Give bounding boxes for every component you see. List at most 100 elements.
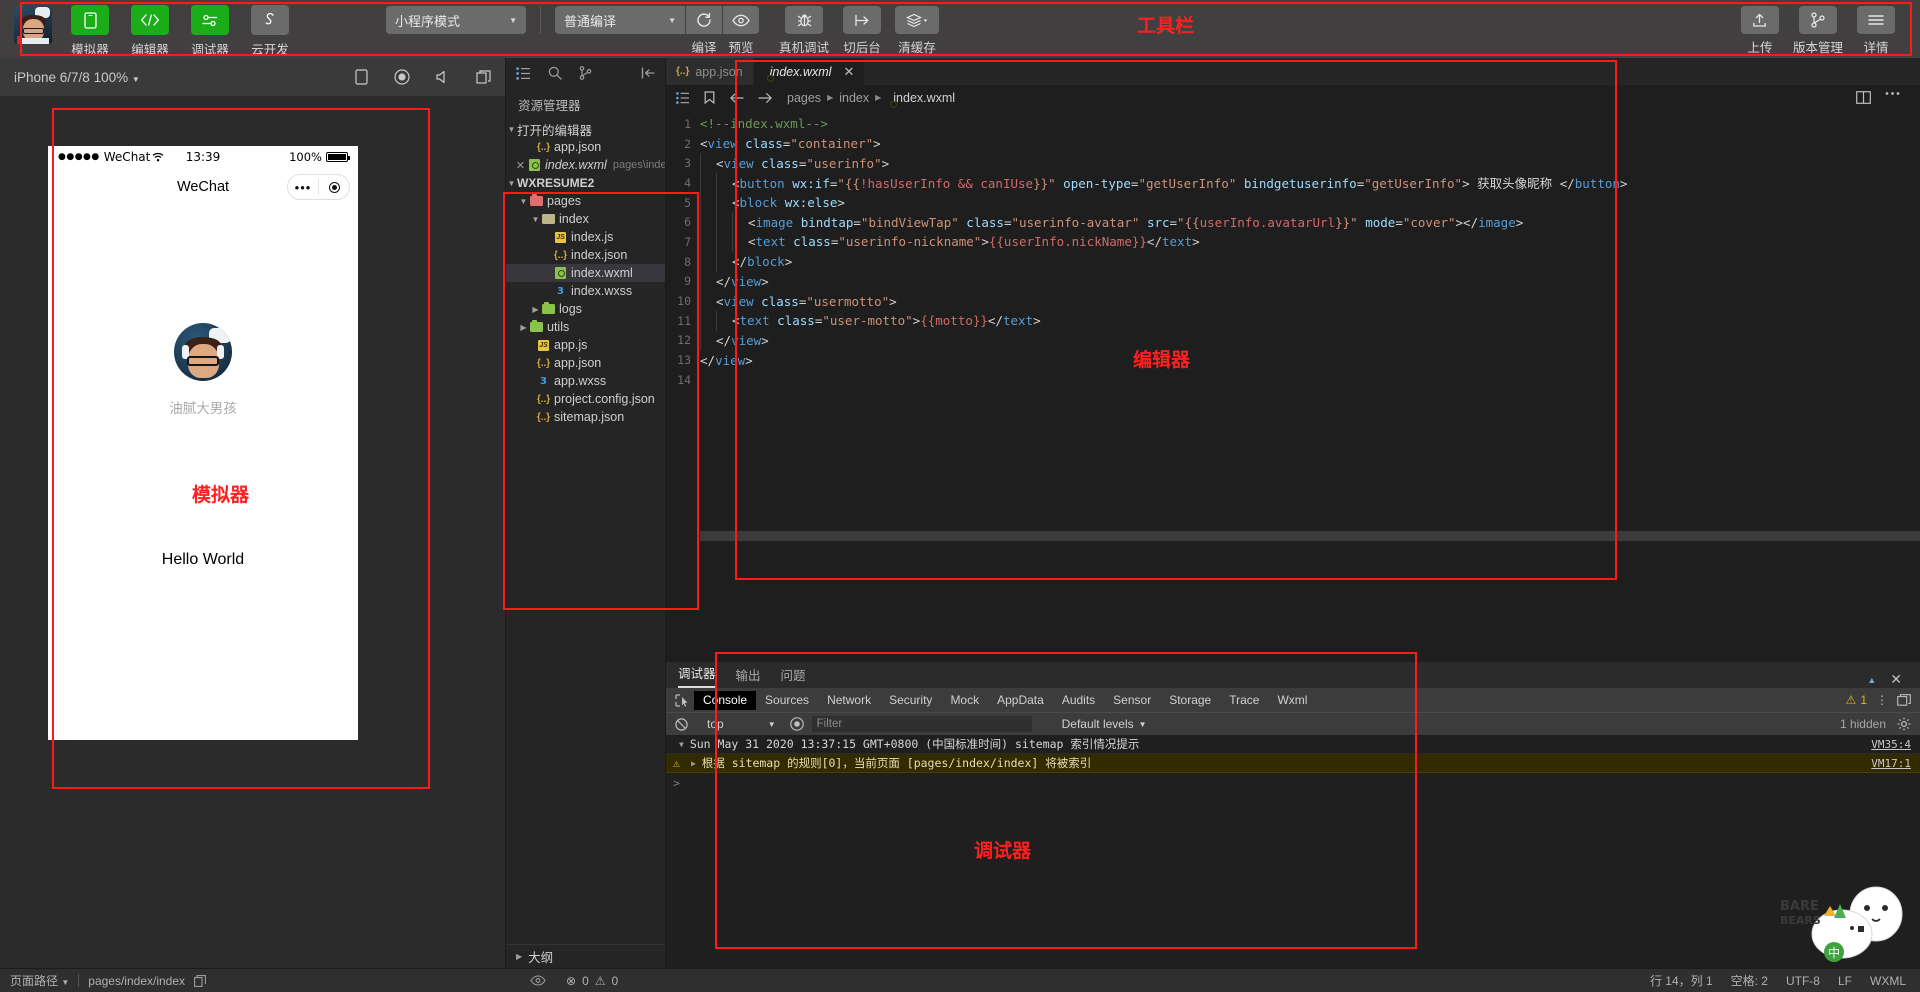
capsule-close-icon[interactable]: [319, 181, 349, 193]
tree-item-app-json[interactable]: {..} app.json: [506, 354, 665, 372]
project-root[interactable]: ▼ WXRESUME2: [506, 174, 665, 192]
devtools-more-icon[interactable]: ⋮: [1876, 693, 1888, 707]
console-source-link[interactable]: VM35:4: [1871, 738, 1920, 751]
eol-setting[interactable]: LF: [1838, 974, 1852, 988]
tree-item-project-config[interactable]: {..} project.config.json: [506, 390, 665, 408]
code-editor[interactable]: 1 <!--index.wxml--> 2 <view class="containe…: [666, 110, 1920, 661]
devtools-tab-storage[interactable]: Storage: [1160, 691, 1220, 710]
compile-button[interactable]: 编译: [686, 0, 722, 56]
volume-icon[interactable]: [436, 70, 450, 84]
git-branch-icon[interactable]: [579, 66, 592, 80]
tab-app-json[interactable]: {..} app.json: [666, 58, 754, 85]
breadcrumb-item[interactable]: index: [839, 91, 869, 105]
tab-problems[interactable]: 问题: [781, 665, 806, 688]
toolbar-cloud-toggle[interactable]: 云开发: [244, 5, 296, 58]
mode-select[interactable]: 小程序模式 ▼: [386, 6, 526, 34]
tree-item-sitemap-json[interactable]: {..} sitemap.json: [506, 408, 665, 426]
inspect-element-icon[interactable]: [670, 693, 694, 707]
tree-item-app-wxss[interactable]: 3 app.wxss: [506, 372, 665, 390]
devtools-dock-icon[interactable]: [1897, 694, 1911, 706]
tree-item-pages[interactable]: ▼ pages: [506, 192, 665, 210]
collapse-sidebar-icon[interactable]: [641, 67, 655, 79]
tree-item-index-wxss[interactable]: 3 index.wxss: [506, 282, 665, 300]
capsule-button[interactable]: •••: [287, 174, 350, 200]
devtools-tab-sources[interactable]: Sources: [756, 691, 818, 710]
expand-arrow-icon[interactable]: ▼: [679, 740, 684, 749]
console-message[interactable]: ⚠ ▶ 根据 sitemap 的规则[0]，当前页面 [pages/index/…: [666, 754, 1920, 773]
maximize-panel-icon[interactable]: ▲: [1867, 675, 1876, 685]
copy-icon[interactable]: [194, 974, 206, 987]
console-prompt[interactable]: >: [666, 773, 1920, 790]
devtools-tab-sensor[interactable]: Sensor: [1104, 691, 1160, 710]
gear-icon[interactable]: [1897, 717, 1911, 731]
devtools-tab-console[interactable]: Console: [694, 690, 757, 710]
tree-item-index-wxml[interactable]: index.wxml: [506, 264, 665, 282]
split-editor-icon[interactable]: [1856, 91, 1871, 104]
devtools-tab-security[interactable]: Security: [880, 691, 941, 710]
warning-count-badge[interactable]: ⚠ 1: [1846, 693, 1867, 707]
tree-item-index-json[interactable]: {..} index.json: [506, 246, 665, 264]
cursor-position[interactable]: 行 14，列 1: [1650, 972, 1713, 989]
live-expression-icon[interactable]: [789, 717, 804, 731]
more-actions-icon[interactable]: [1885, 91, 1900, 104]
console-context-select[interactable]: top ▼: [701, 717, 782, 731]
console-filter-input[interactable]: Filter: [811, 716, 1032, 732]
console-message[interactable]: ▼ Sun May 31 2020 13:37:15 GMT+0800 (中国标…: [666, 735, 1920, 754]
language-mode[interactable]: WXML: [1870, 974, 1906, 988]
horizontal-scrollbar[interactable]: [700, 531, 1920, 541]
problems-summary[interactable]: ⊗ 0 ⚠ 0: [566, 974, 618, 988]
close-icon[interactable]: ✕: [843, 64, 854, 80]
version-control-button[interactable]: 版本管理: [1793, 0, 1843, 56]
editor-list-icon[interactable]: [676, 91, 690, 104]
breadcrumb-item[interactable]: index.wxml: [893, 91, 955, 105]
console-log-list[interactable]: ▼ Sun May 31 2020 13:37:15 GMT+0800 (中国标…: [666, 735, 1920, 968]
toolbar-debugger-toggle[interactable]: 调试器: [184, 5, 236, 58]
search-icon[interactable]: [548, 66, 562, 80]
clear-cache-button[interactable]: 清缓存: [895, 0, 940, 56]
back-arrow-icon[interactable]: [729, 92, 744, 104]
upload-button[interactable]: 上传: [1740, 0, 1779, 56]
bookmark-icon[interactable]: [704, 91, 715, 104]
close-panel-icon[interactable]: ✕: [1890, 671, 1908, 688]
explorer-list-icon[interactable]: [516, 66, 531, 80]
devtools-tab-trace[interactable]: Trace: [1220, 691, 1268, 710]
remote-debug-button[interactable]: 真机调试: [779, 0, 829, 56]
page-path-selector[interactable]: 页面路径 ▼: [10, 972, 69, 989]
compile-mode-select[interactable]: 普通编译 ▼: [555, 6, 685, 34]
devtools-tab-appdata[interactable]: AppData: [988, 691, 1053, 710]
user-avatar[interactable]: [14, 6, 52, 44]
background-button[interactable]: 切后台: [843, 0, 882, 56]
outline-section[interactable]: ▶ 大纲: [506, 944, 665, 968]
indentation-setting[interactable]: 空格: 2: [1731, 972, 1768, 989]
multi-window-icon[interactable]: [476, 70, 491, 84]
preview-button[interactable]: 预览: [723, 0, 759, 56]
tab-output[interactable]: 输出: [736, 665, 761, 688]
toolbar-editor-toggle[interactable]: 编辑器: [124, 5, 176, 58]
tree-item-app-js[interactable]: JS app.js: [506, 336, 665, 354]
preview-eye-icon[interactable]: [530, 975, 546, 986]
console-source-link[interactable]: VM17:1: [1871, 757, 1920, 770]
clear-console-icon[interactable]: [670, 717, 693, 731]
open-editors-section[interactable]: ▼ 打开的编辑器: [506, 120, 665, 138]
tree-item-utils[interactable]: ▶ utils: [506, 318, 665, 336]
devtools-tab-mock[interactable]: Mock: [941, 691, 988, 710]
open-editor-app-json[interactable]: {..} app.json: [506, 138, 665, 156]
userinfo-avatar[interactable]: [174, 323, 232, 381]
devtools-tab-audits[interactable]: Audits: [1053, 691, 1104, 710]
tree-item-logs[interactable]: ▶ logs: [506, 300, 665, 318]
open-editor-index-wxml[interactable]: ✕ index.wxml pages\index: [506, 156, 665, 174]
breadcrumb-item[interactable]: pages: [787, 91, 821, 105]
console-levels-select[interactable]: Default levels ▼: [1062, 717, 1147, 731]
detail-button[interactable]: 详情: [1857, 0, 1895, 56]
expand-arrow-icon[interactable]: ▶: [691, 759, 696, 768]
tree-item-index-js[interactable]: JS index.js: [506, 228, 665, 246]
devtools-tab-network[interactable]: Network: [818, 691, 880, 710]
forward-arrow-icon[interactable]: [758, 92, 773, 104]
devtools-tab-wxml[interactable]: Wxml: [1268, 691, 1316, 710]
tree-item-index-folder[interactable]: ▼ index: [506, 210, 665, 228]
device-selector[interactable]: iPhone 6/7/8 100% ▼: [14, 70, 140, 85]
toolbar-simulator-toggle[interactable]: 模拟器: [64, 5, 116, 58]
rotate-device-icon[interactable]: [355, 69, 368, 85]
tab-debugger[interactable]: 调试器: [678, 663, 716, 688]
tab-index-wxml[interactable]: index.wxml ✕: [753, 58, 866, 85]
